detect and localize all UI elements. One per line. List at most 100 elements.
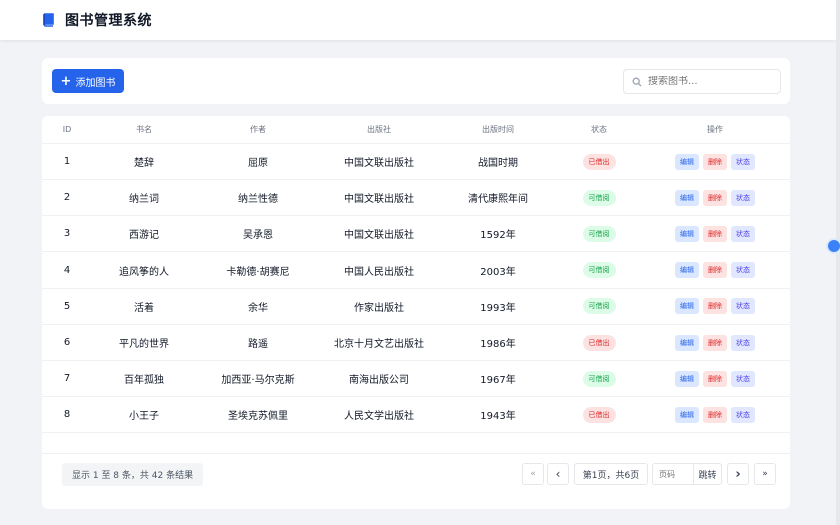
status-button[interactable]: 状态: [731, 370, 755, 387]
delete-button[interactable]: 删除: [703, 225, 727, 242]
table-row: 1 楚辞 屈原 中国文联出版社 战国时期 已借出 编辑 删除 状态: [42, 144, 790, 180]
cell-name: 小王子: [129, 411, 159, 423]
delete-button[interactable]: 删除: [703, 370, 727, 387]
header-actions: 操作: [707, 125, 723, 134]
cell-name: 活着: [134, 302, 154, 314]
edit-button[interactable]: 编辑: [675, 225, 699, 242]
result-summary: 显示 1 至 8 条，共 42 条结果: [62, 463, 204, 486]
delete-button[interactable]: 删除: [703, 334, 727, 351]
delete-button[interactable]: 删除: [703, 189, 727, 206]
delete-button[interactable]: 删除: [703, 298, 727, 315]
delete-button[interactable]: 删除: [703, 262, 727, 279]
cell-publisher: 中国文联出版社: [344, 194, 414, 206]
scrollbar-track[interactable]: [836, 0, 840, 525]
cell-actions: 编辑 删除 状态: [640, 298, 790, 315]
delete-button[interactable]: 删除: [703, 406, 727, 423]
prev-page-button[interactable]: ‹: [547, 463, 569, 485]
cell-publish-time: 战国时期: [478, 158, 518, 169]
cell-author: 路遥: [248, 339, 268, 350]
cell-publisher: 中国人民出版社: [344, 266, 414, 278]
table-row: 2 纳兰词 纳兰性德 中国文联出版社 清代康熙年间 可借阅 编辑 删除 状态: [42, 180, 790, 217]
search-box[interactable]: [623, 69, 781, 94]
first-page-button[interactable]: «: [522, 463, 544, 485]
cell-publish-time: 1943年: [480, 411, 516, 423]
status-button[interactable]: 状态: [731, 298, 755, 315]
cell-author: 加西亚·马尔克斯: [221, 375, 295, 387]
status-badge: 可借阅: [582, 262, 616, 279]
cell-publish-time: 清代康熙年间: [468, 194, 528, 206]
next-page-button[interactable]: ›: [727, 463, 749, 485]
cell-author: 余华: [248, 302, 268, 314]
page-info: 第1页，共6页: [574, 463, 648, 485]
status-button[interactable]: 状态: [731, 189, 755, 206]
header-name: 书名: [136, 125, 152, 134]
cell-actions: 编辑 删除 状态: [640, 153, 790, 170]
search-icon: [632, 77, 642, 86]
cell-name: 追风筝的人: [119, 266, 169, 278]
cell-id: 8: [63, 409, 71, 421]
status-badge: 可借阅: [582, 189, 616, 206]
cell-publish-time: 2003年: [480, 266, 516, 278]
cell-actions: 编辑 删除 状态: [640, 334, 790, 351]
table-row: 4 追风筝的人 卡勒德·胡赛尼 中国人民出版社 2003年 可借阅 编辑 删除 状态: [42, 253, 790, 289]
cell-name: 纳兰词: [129, 194, 159, 206]
status-badge: 已借出: [582, 153, 616, 170]
cell-name: 西游记: [129, 230, 159, 242]
cell-id: 5: [63, 300, 71, 312]
toolbar: + 添加图书: [42, 58, 790, 104]
status-badge: 可借阅: [582, 225, 616, 242]
app-title: 图书管理系统: [65, 13, 152, 29]
delete-button[interactable]: 删除: [703, 153, 727, 170]
edit-button[interactable]: 编辑: [675, 189, 699, 206]
edit-button[interactable]: 编辑: [675, 298, 699, 315]
cell-status: 已借出: [558, 334, 640, 351]
cell-author: 吴承恩: [243, 230, 273, 242]
edit-button[interactable]: 编辑: [675, 406, 699, 423]
table-row: 8 小王子 圣埃克苏佩里 人民文学出版社 1943年 已借出 编辑 删除 状态: [42, 397, 790, 434]
cell-actions: 编辑 删除 状态: [640, 406, 790, 423]
cell-status: 已借出: [558, 153, 640, 170]
edit-button[interactable]: 编辑: [675, 262, 699, 279]
cell-actions: 编辑 删除 状态: [640, 370, 790, 387]
cell-publish-time: 1986年: [480, 339, 516, 350]
cell-name: 平凡的世界: [119, 339, 169, 350]
edit-button[interactable]: 编辑: [675, 334, 699, 351]
page-jump: 跳转: [652, 463, 722, 485]
plus-icon: +: [60, 73, 72, 89]
cell-id: 6: [63, 337, 71, 348]
cell-actions: 编辑 删除 状态: [640, 189, 790, 206]
cell-id: 7: [63, 373, 71, 385]
cell-author: 纳兰性德: [238, 194, 278, 206]
divider: [42, 453, 790, 454]
status-button[interactable]: 状态: [731, 153, 755, 170]
status-button[interactable]: 状态: [731, 334, 755, 351]
header-status: 状态: [591, 125, 607, 134]
table-row: 7 百年孤独 加西亚·马尔克斯 南海出版公司 1967年 可借阅 编辑 删除 状态: [42, 361, 790, 398]
book-icon: [43, 13, 54, 27]
edit-button[interactable]: 编辑: [675, 370, 699, 387]
cell-status: 可借阅: [558, 189, 640, 206]
status-badge: 已借出: [582, 334, 616, 351]
add-book-button[interactable]: + 添加图书: [52, 69, 124, 93]
header-id: ID: [62, 125, 72, 134]
jump-button[interactable]: 跳转: [693, 464, 721, 484]
last-page-button[interactable]: »: [754, 463, 776, 485]
add-book-label: 添加图书: [75, 77, 116, 89]
status-button[interactable]: 状态: [731, 225, 755, 242]
cell-id: 4: [63, 264, 71, 276]
floating-helper-icon[interactable]: [826, 238, 840, 254]
edit-button[interactable]: 编辑: [675, 153, 699, 170]
cell-publish-time: 1993年: [480, 302, 516, 314]
status-badge: 已借出: [582, 406, 616, 423]
cell-status: 可借阅: [558, 298, 640, 315]
header-publish-time: 出版时间: [482, 125, 514, 134]
status-button[interactable]: 状态: [731, 262, 755, 279]
search-input[interactable]: [648, 76, 768, 87]
status-button[interactable]: 状态: [731, 406, 755, 423]
status-badge: 可借阅: [582, 298, 616, 315]
cell-publisher: 南海出版公司: [349, 375, 409, 387]
cell-id: 3: [63, 228, 71, 240]
table-row: 5 活着 余华 作家出版社 1993年 可借阅 编辑 删除 状态: [42, 289, 790, 325]
table-header: ID 书名 作者 出版社 出版时间 状态 操作: [42, 116, 790, 144]
page-number-input[interactable]: [653, 464, 693, 484]
